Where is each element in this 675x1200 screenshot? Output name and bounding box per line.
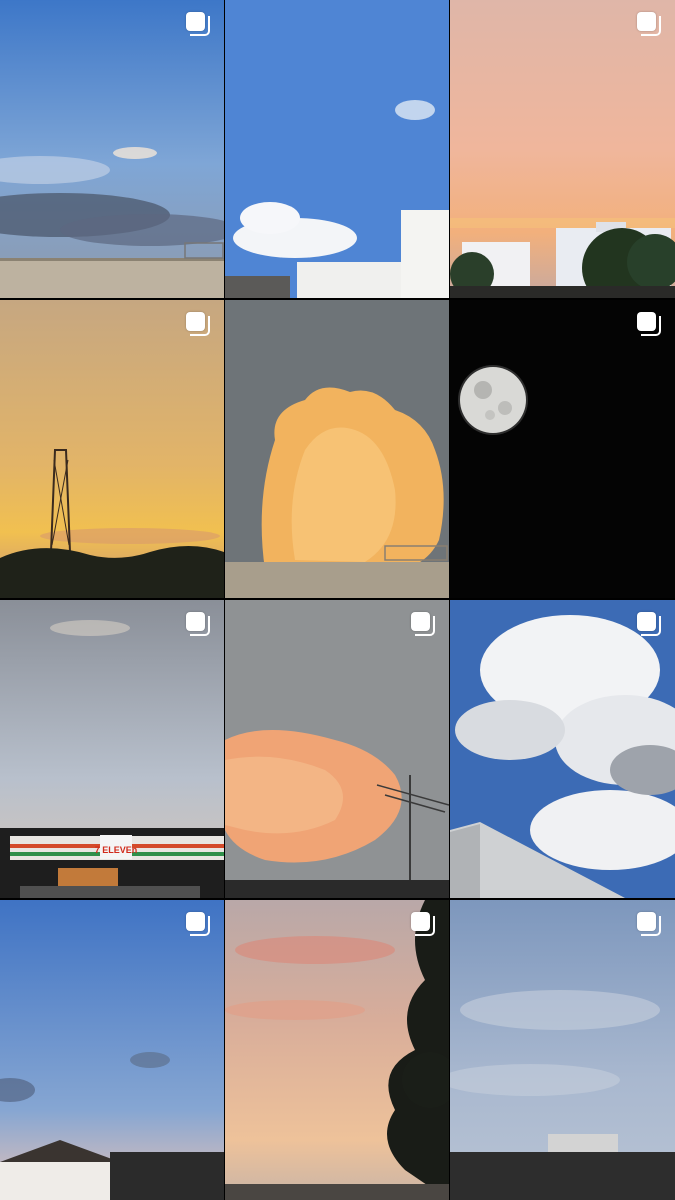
post-photo: [0, 300, 224, 598]
post-photo: [0, 0, 224, 298]
post-tile-10[interactable]: [0, 900, 224, 1200]
post-photo: [225, 0, 449, 298]
post-photo: [450, 300, 675, 598]
post-tile-9[interactable]: [450, 600, 675, 898]
post-tile-12[interactable]: [450, 900, 675, 1200]
store-sign: 7 ELEVEn: [95, 845, 138, 855]
multiple-photos-icon: [411, 912, 437, 938]
post-photo: [450, 600, 675, 898]
multiple-photos-icon: [637, 12, 663, 38]
multiple-photos-icon: [637, 612, 663, 638]
post-tile-2[interactable]: [225, 0, 449, 298]
multiple-photos-icon: [411, 612, 437, 638]
post-photo: [450, 900, 675, 1200]
post-tile-8[interactable]: [225, 600, 449, 898]
post-photo: [225, 300, 449, 598]
post-tile-7[interactable]: 7 ELEVEn: [0, 600, 224, 898]
post-tile-1[interactable]: [0, 0, 224, 298]
multiple-photos-icon: [186, 312, 212, 338]
post-photo: [225, 900, 449, 1200]
multiple-photos-icon: [186, 12, 212, 38]
post-tile-5[interactable]: [225, 300, 449, 598]
post-tile-3[interactable]: [450, 0, 675, 298]
post-photo: 7 ELEVEn: [0, 600, 224, 898]
multiple-photos-icon: [637, 912, 663, 938]
multiple-photos-icon: [637, 312, 663, 338]
post-photo: [450, 0, 675, 298]
multiple-photos-icon: [186, 912, 212, 938]
post-tile-4[interactable]: [0, 300, 224, 598]
multiple-photos-icon: [186, 612, 212, 638]
post-photo: [225, 600, 449, 898]
post-tile-11[interactable]: [225, 900, 449, 1200]
post-grid: 7 ELEVEn: [0, 0, 675, 1200]
post-photo: [0, 900, 224, 1200]
post-tile-6[interactable]: [450, 300, 675, 598]
